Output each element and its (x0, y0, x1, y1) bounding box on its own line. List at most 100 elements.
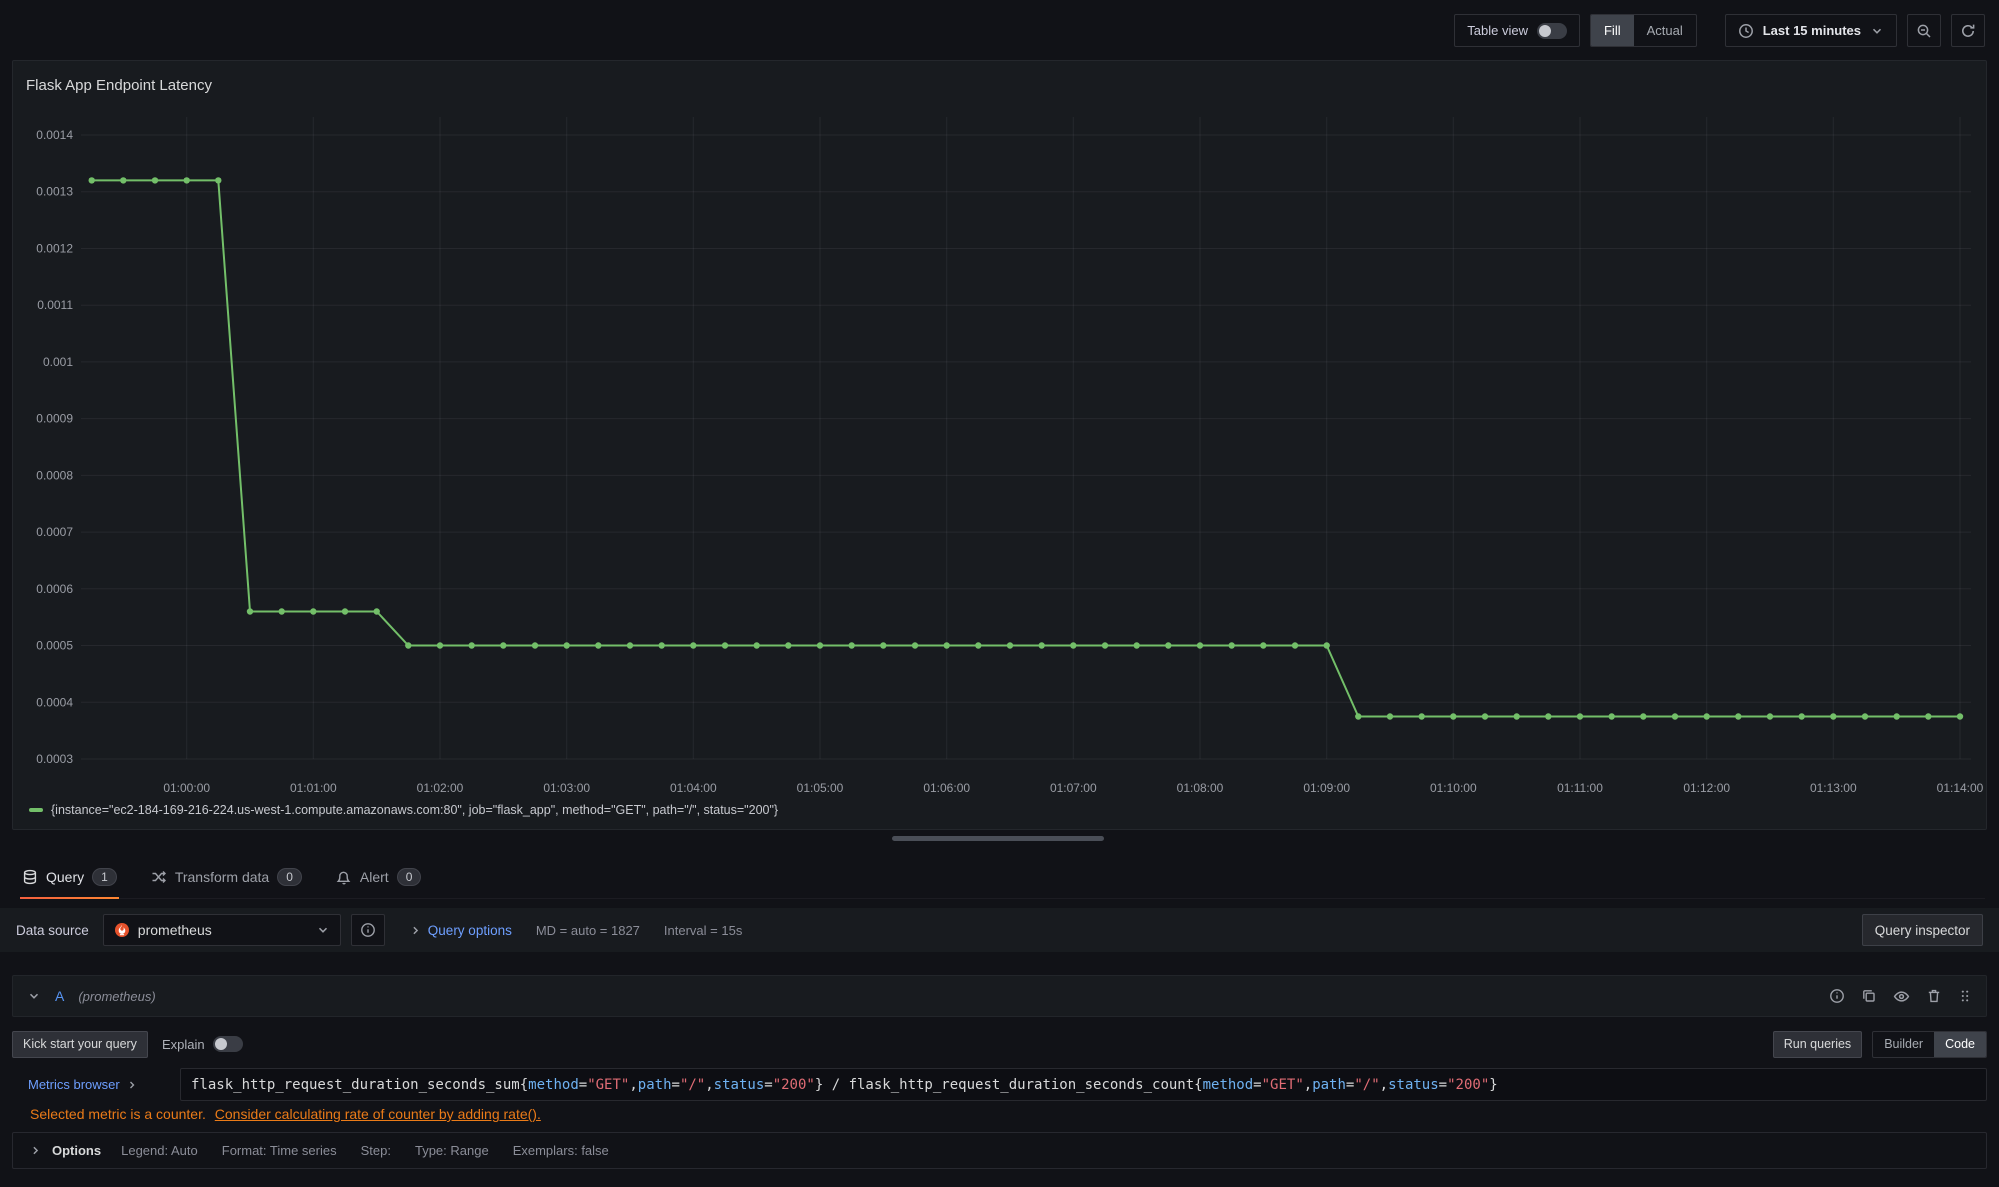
svg-text:01:05:00: 01:05:00 (797, 781, 844, 795)
fill-actual-segment: Fill Actual (1590, 14, 1697, 47)
query-toolbar: Kick start your query Explain Run querie… (12, 1030, 1987, 1058)
interval-hint: Interval = 15s (664, 923, 742, 938)
tab-transform-label: Transform data (175, 869, 269, 885)
table-view-group: Table view (1454, 14, 1580, 47)
query-options-toggle[interactable]: Query options (409, 923, 512, 938)
query-inspector-label: Query inspector (1875, 923, 1970, 938)
svg-text:0.0011: 0.0011 (37, 298, 73, 312)
kick-start-query-button[interactable]: Kick start your query (12, 1031, 148, 1058)
tab-query-badge: 1 (92, 868, 117, 886)
legend-item[interactable]: {instance="ec2-184-169-216-224.us-west-1… (29, 803, 778, 817)
panel-editor-topbar: Table view Fill Actual Last 15 minutes (1454, 14, 1985, 47)
datasource-help-button[interactable] (351, 914, 385, 946)
builder-option[interactable]: Builder (1873, 1032, 1934, 1057)
query-actions (1829, 988, 1972, 1005)
datasource-name: prometheus (138, 922, 212, 938)
zoom-out-icon (1916, 23, 1932, 39)
svg-text:01:04:00: 01:04:00 (670, 781, 717, 795)
drag-handle-icon[interactable] (1958, 989, 1972, 1003)
legend-label: {instance="ec2-184-169-216-224.us-west-1… (51, 803, 778, 817)
svg-text:0.0009: 0.0009 (36, 412, 73, 426)
time-range-label: Last 15 minutes (1763, 23, 1861, 38)
clock-icon (1738, 23, 1754, 39)
query-ref-id: A (55, 988, 64, 1004)
chevron-right-icon (126, 1079, 138, 1091)
builder-code-segment: Builder Code (1872, 1031, 1987, 1058)
svg-text:01:02:00: 01:02:00 (417, 781, 464, 795)
refresh-icon (1960, 23, 1976, 39)
delete-query-trash-icon[interactable] (1926, 988, 1942, 1004)
svg-text:01:10:00: 01:10:00 (1430, 781, 1477, 795)
svg-text:0.0006: 0.0006 (36, 582, 73, 596)
editor-tabs: Query 1 Transform data 0 Alert 0 (20, 856, 1985, 899)
tab-alert[interactable]: Alert 0 (334, 856, 423, 898)
datasource-select[interactable]: prometheus (103, 914, 341, 946)
max-data-points-hint: MD = auto = 1827 (536, 923, 640, 938)
duplicate-query-icon[interactable] (1861, 988, 1877, 1004)
run-queries-button[interactable]: Run queries (1773, 1031, 1862, 1058)
chevron-down-icon (316, 923, 330, 937)
run-queries-label: Run queries (1784, 1037, 1851, 1051)
svg-text:01:12:00: 01:12:00 (1683, 781, 1730, 795)
tab-query-label: Query (46, 869, 84, 885)
tab-transform-badge: 0 (277, 868, 302, 886)
svg-text:01:11:00: 01:11:00 (1557, 781, 1603, 795)
svg-text:01:06:00: 01:06:00 (923, 781, 970, 795)
svg-text:0.0012: 0.0012 (36, 242, 73, 256)
table-view-label: Table view (1467, 23, 1528, 38)
options-summary: Legend: AutoFormat: Time seriesStep:Type… (121, 1143, 609, 1158)
database-icon (22, 869, 38, 885)
zoom-out-button[interactable] (1907, 14, 1941, 47)
svg-text:01:08:00: 01:08:00 (1177, 781, 1224, 795)
active-tab-underline (20, 897, 119, 899)
query-row-header[interactable]: A (prometheus) (12, 975, 1987, 1017)
svg-text:01:00:00: 01:00:00 (163, 781, 210, 795)
promql-input[interactable]: flask_http_request_duration_seconds_sum{… (180, 1068, 1987, 1101)
svg-text:0.0007: 0.0007 (36, 525, 73, 539)
svg-text:0.0004: 0.0004 (36, 695, 73, 709)
query-editor-row: Metrics browser flask_http_request_durat… (12, 1068, 1987, 1101)
time-series-panel: Flask App Endpoint Latency 0.00030.00040… (12, 60, 1987, 830)
refresh-button[interactable] (1951, 14, 1985, 47)
query-help-icon[interactable] (1829, 988, 1845, 1004)
warning-text: Selected metric is a counter. (30, 1106, 206, 1122)
info-circle-icon (360, 922, 376, 938)
query-inspector-button[interactable]: Query inspector (1862, 914, 1983, 946)
pane-resize-handle[interactable] (892, 836, 1104, 841)
warning-rate-link[interactable]: Consider calculating rate of counter by … (215, 1106, 541, 1122)
svg-text:01:13:00: 01:13:00 (1810, 781, 1857, 795)
chevron-right-icon (409, 924, 422, 937)
tab-query[interactable]: Query 1 (20, 856, 119, 898)
counter-warning: Selected metric is a counter. Consider c… (30, 1106, 541, 1122)
explain-toggle[interactable] (213, 1036, 243, 1052)
legend-swatch (29, 808, 43, 812)
svg-text:01:07:00: 01:07:00 (1050, 781, 1097, 795)
svg-text:01:09:00: 01:09:00 (1303, 781, 1350, 795)
table-view-toggle[interactable] (1537, 23, 1567, 39)
svg-text:01:14:00: 01:14:00 (1937, 781, 1984, 795)
time-range-picker[interactable]: Last 15 minutes (1725, 14, 1897, 47)
options-title: Options (52, 1143, 101, 1158)
kick-start-label: Kick start your query (23, 1037, 137, 1051)
svg-text:01:01:00: 01:01:00 (290, 781, 337, 795)
metrics-browser-toggle[interactable]: Metrics browser (12, 1077, 180, 1092)
metrics-browser-label: Metrics browser (28, 1077, 120, 1092)
svg-text:0.001: 0.001 (43, 355, 73, 369)
fill-option[interactable]: Fill (1591, 15, 1634, 46)
tab-transform-data[interactable]: Transform data 0 (149, 856, 304, 898)
svg-text:0.0014: 0.0014 (36, 128, 73, 142)
collapse-chevron-icon[interactable] (27, 989, 41, 1003)
actual-option[interactable]: Actual (1634, 15, 1696, 46)
query-options-box[interactable]: Options Legend: AutoFormat: Time seriesS… (12, 1132, 1987, 1169)
datasource-row: Data source prometheus Query options MD … (0, 908, 1999, 952)
svg-text:01:03:00: 01:03:00 (543, 781, 590, 795)
disable-query-eye-icon[interactable] (1893, 988, 1910, 1005)
explain-label: Explain (162, 1037, 205, 1052)
latency-chart[interactable]: 0.00030.00040.00050.00060.00070.00080.00… (13, 61, 1988, 831)
datasource-label: Data source (16, 923, 89, 938)
bell-icon (336, 869, 352, 885)
shuffle-icon (151, 869, 167, 885)
chevron-right-icon (29, 1144, 42, 1157)
prometheus-logo-icon (114, 922, 130, 938)
code-option[interactable]: Code (1934, 1032, 1986, 1057)
